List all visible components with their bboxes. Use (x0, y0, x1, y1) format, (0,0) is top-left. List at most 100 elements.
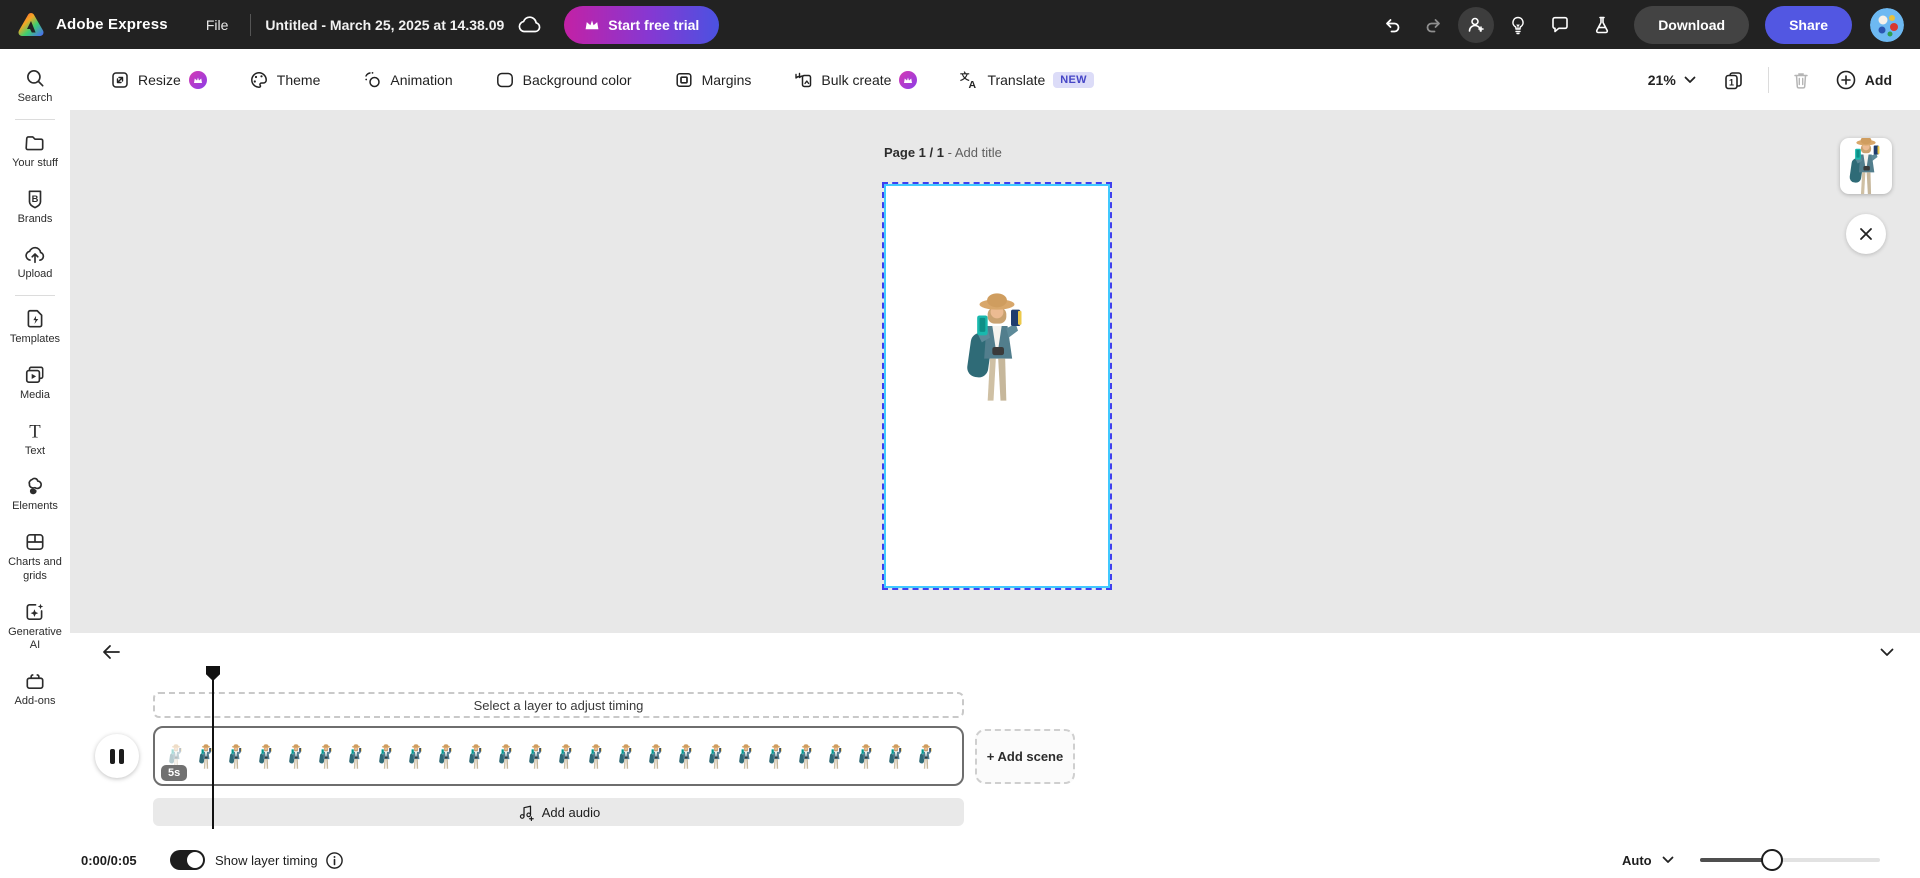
timeline-zoom-slider[interactable] (1700, 849, 1880, 871)
scene-frame-thumbnail[interactable] (701, 743, 731, 770)
back-button[interactable] (94, 637, 128, 667)
download-button[interactable]: Download (1634, 5, 1750, 44)
scene-frame-thumbnail[interactable] (341, 743, 371, 770)
margins-button[interactable]: Margins (664, 62, 762, 98)
canvas-workspace[interactable]: Page 1 / 1 - Add title (70, 110, 1920, 633)
adobe-express-logo-icon[interactable] (14, 10, 48, 40)
ideas-lightbulb-button[interactable] (1500, 7, 1536, 43)
slider-track[interactable] (1700, 849, 1880, 871)
scene-frame-thumbnail[interactable] (761, 743, 791, 770)
sidebar-item-media[interactable]: Media (3, 356, 67, 412)
svg-text:T: T (29, 421, 41, 441)
toggle-knob (187, 852, 203, 868)
scene-frame-thumbnail[interactable] (191, 743, 221, 770)
page-view-button[interactable]: 1 (1714, 63, 1752, 97)
templates-icon (24, 308, 46, 330)
page-thumbnail[interactable] (1840, 138, 1892, 194)
collapse-timeline-chevron[interactable] (1870, 637, 1904, 667)
scene-frame-thumbnail[interactable] (671, 743, 701, 770)
bulk-create-button[interactable]: Bulk create (783, 62, 927, 98)
redo-button[interactable] (1416, 7, 1452, 43)
scene-frame-thumbnail[interactable] (221, 743, 251, 770)
undo-button[interactable] (1374, 7, 1410, 43)
brand-badge-icon: B (24, 188, 46, 210)
scene-frame-thumbnail[interactable] (401, 743, 431, 770)
zoom-level-dropdown[interactable]: 21% (1640, 66, 1704, 94)
scene-frame-thumbnail[interactable] (791, 743, 821, 770)
sidebar-item-templates[interactable]: Templates (3, 300, 67, 356)
start-free-trial-button[interactable]: Start free trial (564, 5, 720, 44)
sidebar-item-brands[interactable]: B Brands (3, 180, 67, 236)
scene-timeline-strip[interactable] (153, 726, 964, 786)
sidebar-item-elements[interactable]: Elements (3, 467, 67, 523)
add-scene-button[interactable]: + Add scene (975, 729, 1075, 784)
invite-collaborator-button[interactable] (1458, 6, 1495, 43)
scene-frame-thumbnail[interactable] (611, 743, 641, 770)
scene-frame-thumbnail[interactable] (911, 743, 941, 770)
show-layer-timing-label: Show layer timing (215, 852, 318, 868)
sidebar-item-upload[interactable]: Upload (3, 235, 67, 291)
sidebar-item-your-stuff[interactable]: Your stuff (3, 124, 67, 180)
comments-button[interactable] (1542, 7, 1578, 43)
sidebar-item-add-ons[interactable]: Add-ons (3, 662, 67, 718)
add-title-label[interactable]: - Add title (948, 145, 1002, 160)
scene-frame-thumbnail[interactable] (461, 743, 491, 770)
scene-frame-thumbnail[interactable] (431, 743, 461, 770)
toolbar-right-controls: 21% 1 Add (1640, 63, 1900, 97)
sidebar-item-text[interactable]: T Text (3, 412, 67, 468)
play-pause-button[interactable] (95, 734, 139, 778)
cloud-sync-icon[interactable] (518, 15, 542, 34)
page-indicator[interactable]: Page 1 / 1 - Add title (884, 145, 1002, 160)
scene-frame-thumbnail[interactable] (731, 743, 761, 770)
file-menu[interactable]: File (198, 11, 237, 39)
scene-frame-thumbnail[interactable] (491, 743, 521, 770)
layer-timing-hint[interactable]: Select a layer to adjust timing (153, 692, 964, 718)
scene-frame-thumbnail[interactable] (551, 743, 581, 770)
sidebar-item-search[interactable]: Search (3, 59, 67, 115)
scene-frame-thumbnail[interactable] (521, 743, 551, 770)
design-canvas-selected[interactable] (882, 182, 1112, 590)
speed-slider-thumb[interactable] (1761, 849, 1783, 871)
scene-frame-thumbnail[interactable] (371, 743, 401, 770)
tool-label: Background color (522, 71, 632, 88)
timeline-footer: 0:00/0:05 Show layer timing Auto (70, 845, 1920, 875)
scene-frame-thumbnail[interactable] (851, 743, 881, 770)
add-page-button[interactable]: Add (1827, 63, 1900, 97)
beta-flask-button[interactable] (1584, 7, 1620, 43)
page-number-label: Page 1 / 1 (884, 145, 944, 160)
sidebar-item-generative-ai[interactable]: Generative AI (3, 593, 67, 663)
background-color-button[interactable]: Background color (485, 62, 642, 98)
scene-frame-thumbnail[interactable] (281, 743, 311, 770)
tool-label: Bulk create (821, 71, 892, 88)
translate-button[interactable]: 文A Translate NEW (949, 62, 1103, 98)
scene-frame-thumbnail[interactable] (881, 743, 911, 770)
close-panel-button[interactable] (1846, 214, 1886, 254)
elements-shapes-icon (24, 475, 46, 497)
share-button[interactable]: Share (1765, 5, 1852, 44)
traveler-image[interactable] (962, 288, 1032, 406)
folder-icon (24, 132, 46, 154)
speed-dropdown[interactable]: Auto (1622, 853, 1674, 868)
scene-frame-thumbnail[interactable] (821, 743, 851, 770)
playhead-line[interactable] (212, 676, 214, 829)
scene-frame-thumbnail[interactable] (641, 743, 671, 770)
scene-frame-thumbnail[interactable] (311, 743, 341, 770)
sidebar-label: Generative AI (8, 625, 62, 652)
resize-button[interactable]: Resize (100, 62, 217, 98)
show-layer-timing-toggle[interactable] (170, 850, 205, 870)
theme-button[interactable]: Theme (239, 62, 331, 98)
add-audio-button[interactable]: Add audio (153, 798, 964, 826)
animation-button[interactable]: Animation (352, 62, 462, 98)
account-avatar[interactable] (1870, 7, 1904, 42)
sidebar-label: Elements (12, 500, 58, 513)
time-display: 0:00/0:05 (81, 852, 137, 868)
delete-page-button[interactable] (1785, 64, 1817, 96)
scene-frame-thumbnail[interactable] (251, 743, 281, 770)
scene-frame-thumbnail[interactable] (581, 743, 611, 770)
sidebar-label: Templates (9, 333, 61, 345)
info-icon[interactable] (323, 849, 345, 871)
document-title[interactable]: Untitled - March 25, 2025 at 14.38.09 (265, 17, 504, 33)
sidebar-label: Search (17, 92, 53, 104)
margins-icon (674, 70, 694, 90)
sidebar-item-charts-and-grids[interactable]: Charts and grids (3, 523, 67, 593)
